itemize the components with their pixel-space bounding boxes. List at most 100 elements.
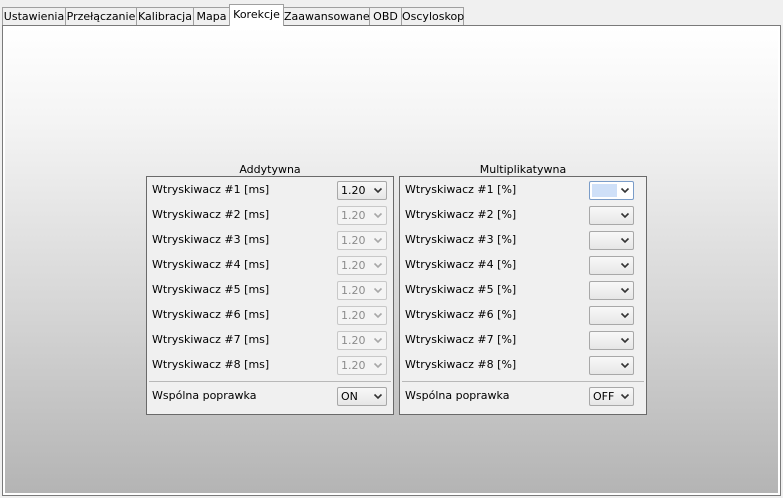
additive-dropdown-8[interactable]: 1.20 [337,356,387,375]
multiplicative-label-8: Wtryskiwacz #8 [%] [405,358,517,371]
multiplicative-common-value: OFF [593,390,615,403]
additive-dropdown-6[interactable]: 1.20 [337,306,387,325]
tab-ustawienia[interactable]: Ustawienia [2,7,66,25]
multiplicative-row-3: Wtryskiwacz #3 [%] [400,228,646,253]
additive-common-value: ON [341,390,358,403]
additive-value-5: 1.20 [341,284,366,297]
chevron-down-icon [620,262,630,269]
tab-obd[interactable]: OBD [369,7,402,25]
additive-row-2: Wtryskiwacz #2 [ms] 1.20 [147,203,393,228]
additive-row-common: Wspólna poprawka ON [147,384,393,409]
panel-additive-title: Addytywna [239,163,301,176]
multiplicative-row-8: Wtryskiwacz #8 [%] [400,353,646,378]
tab-przelaczanie[interactable]: Przełączanie [65,7,137,25]
multiplicative-label-3: Wtryskiwacz #3 [%] [405,233,517,246]
panel-multiplicative: Multiplikatywna Wtryskiwacz #1 [%] Wtrys… [399,163,647,415]
additive-value-2: 1.20 [341,209,366,222]
multiplicative-separator [402,381,644,382]
multiplicative-dropdown-3[interactable] [589,231,634,250]
chevron-down-icon [620,287,630,294]
multiplicative-row-7: Wtryskiwacz #7 [%] [400,328,646,353]
additive-dropdown-7[interactable]: 1.20 [337,331,387,350]
additive-separator [149,381,391,382]
tab-oscyloskop[interactable]: Oscyloskop [401,7,464,25]
additive-value-1: 1.20 [341,184,366,197]
additive-value-7: 1.20 [341,334,366,347]
chevron-down-icon [620,337,630,344]
panel-additive: Addytywna Wtryskiwacz #1 [ms] 1.20 Wtrys… [146,163,394,415]
chevron-down-icon [373,287,383,294]
content-background: Addytywna Wtryskiwacz #1 [ms] 1.20 Wtrys… [5,28,778,493]
multiplicative-row-common: Wspólna poprawka OFF [400,384,646,409]
multiplicative-dropdown-4[interactable] [589,256,634,275]
multiplicative-label-7: Wtryskiwacz #7 [%] [405,333,517,346]
chevron-down-icon [373,312,383,319]
additive-label-2: Wtryskiwacz #2 [ms] [152,208,270,221]
chevron-down-icon [373,187,383,194]
panel-additive-box: Wtryskiwacz #1 [ms] 1.20 Wtryskiwacz #2 … [146,176,394,415]
tab-mapa[interactable]: Mapa [193,7,230,25]
additive-row-3: Wtryskiwacz #3 [ms] 1.20 [147,228,393,253]
additive-value-3: 1.20 [341,234,366,247]
additive-row-7: Wtryskiwacz #7 [ms] 1.20 [147,328,393,353]
additive-dropdown-5[interactable]: 1.20 [337,281,387,300]
chevron-down-icon [620,237,630,244]
panel-multiplicative-box: Wtryskiwacz #1 [%] Wtryskiwacz #2 [%] Wt… [399,176,647,415]
multiplicative-dropdown-8[interactable] [589,356,634,375]
chevron-down-icon [373,212,383,219]
chevron-down-icon [620,212,630,219]
chevron-down-icon [373,393,383,400]
additive-label-3: Wtryskiwacz #3 [ms] [152,233,270,246]
chevron-down-icon [620,362,630,369]
multiplicative-dropdown-6[interactable] [589,306,634,325]
multiplicative-row-1: Wtryskiwacz #1 [%] [400,178,646,203]
additive-row-6: Wtryskiwacz #6 [ms] 1.20 [147,303,393,328]
additive-label-5: Wtryskiwacz #5 [ms] [152,283,270,296]
additive-common-label: Wspólna poprawka [152,389,257,402]
chevron-down-icon [620,312,630,319]
panel-multiplicative-title: Multiplikatywna [479,163,567,176]
additive-value-4: 1.20 [341,259,366,272]
tab-content-korekcje: Addytywna Wtryskiwacz #1 [ms] 1.20 Wtrys… [2,25,781,496]
additive-row-5: Wtryskiwacz #5 [ms] 1.20 [147,278,393,303]
chevron-down-icon [620,393,630,400]
tab-korekcje[interactable]: Korekcje [229,4,284,26]
multiplicative-label-4: Wtryskiwacz #4 [%] [405,258,517,271]
additive-row-8: Wtryskiwacz #8 [ms] 1.20 [147,353,393,378]
multiplicative-dropdown-1[interactable] [589,181,634,200]
additive-row-1: Wtryskiwacz #1 [ms] 1.20 [147,178,393,203]
additive-label-8: Wtryskiwacz #8 [ms] [152,358,270,371]
additive-label-7: Wtryskiwacz #7 [ms] [152,333,270,346]
multiplicative-dropdown-2[interactable] [589,206,634,225]
multiplicative-common-label: Wspólna poprawka [405,389,510,402]
additive-label-1: Wtryskiwacz #1 [ms] [152,183,270,196]
multiplicative-label-5: Wtryskiwacz #5 [%] [405,283,517,296]
tab-zaawansowane[interactable]: Zaawansowane [283,7,370,25]
tab-kalibracja[interactable]: Kalibracja [136,7,194,25]
chevron-down-icon [373,337,383,344]
chevron-down-icon [373,237,383,244]
additive-dropdown-1[interactable]: 1.20 [337,181,387,200]
multiplicative-row-5: Wtryskiwacz #5 [%] [400,278,646,303]
multiplicative-label-2: Wtryskiwacz #2 [%] [405,208,517,221]
multiplicative-label-6: Wtryskiwacz #6 [%] [405,308,517,321]
multiplicative-row-6: Wtryskiwacz #6 [%] [400,303,646,328]
additive-row-4: Wtryskiwacz #4 [ms] 1.20 [147,253,393,278]
additive-label-4: Wtryskiwacz #4 [ms] [152,258,270,271]
additive-common-dropdown[interactable]: ON [337,387,387,406]
additive-value-8: 1.20 [341,359,366,372]
additive-dropdown-3[interactable]: 1.20 [337,231,387,250]
additive-label-6: Wtryskiwacz #6 [ms] [152,308,270,321]
chevron-down-icon [373,262,383,269]
multiplicative-dropdown-5[interactable] [589,281,634,300]
tab-bar: Ustawienia Przełączanie Kalibracja Mapa … [0,0,783,26]
additive-dropdown-2[interactable]: 1.20 [337,206,387,225]
chevron-down-icon [620,187,630,194]
additive-dropdown-4[interactable]: 1.20 [337,256,387,275]
multiplicative-row-2: Wtryskiwacz #2 [%] [400,203,646,228]
multiplicative-label-1: Wtryskiwacz #1 [%] [405,183,517,196]
chevron-down-icon [373,362,383,369]
additive-value-6: 1.20 [341,309,366,322]
multiplicative-common-dropdown[interactable]: OFF [589,387,634,406]
multiplicative-dropdown-7[interactable] [589,331,634,350]
